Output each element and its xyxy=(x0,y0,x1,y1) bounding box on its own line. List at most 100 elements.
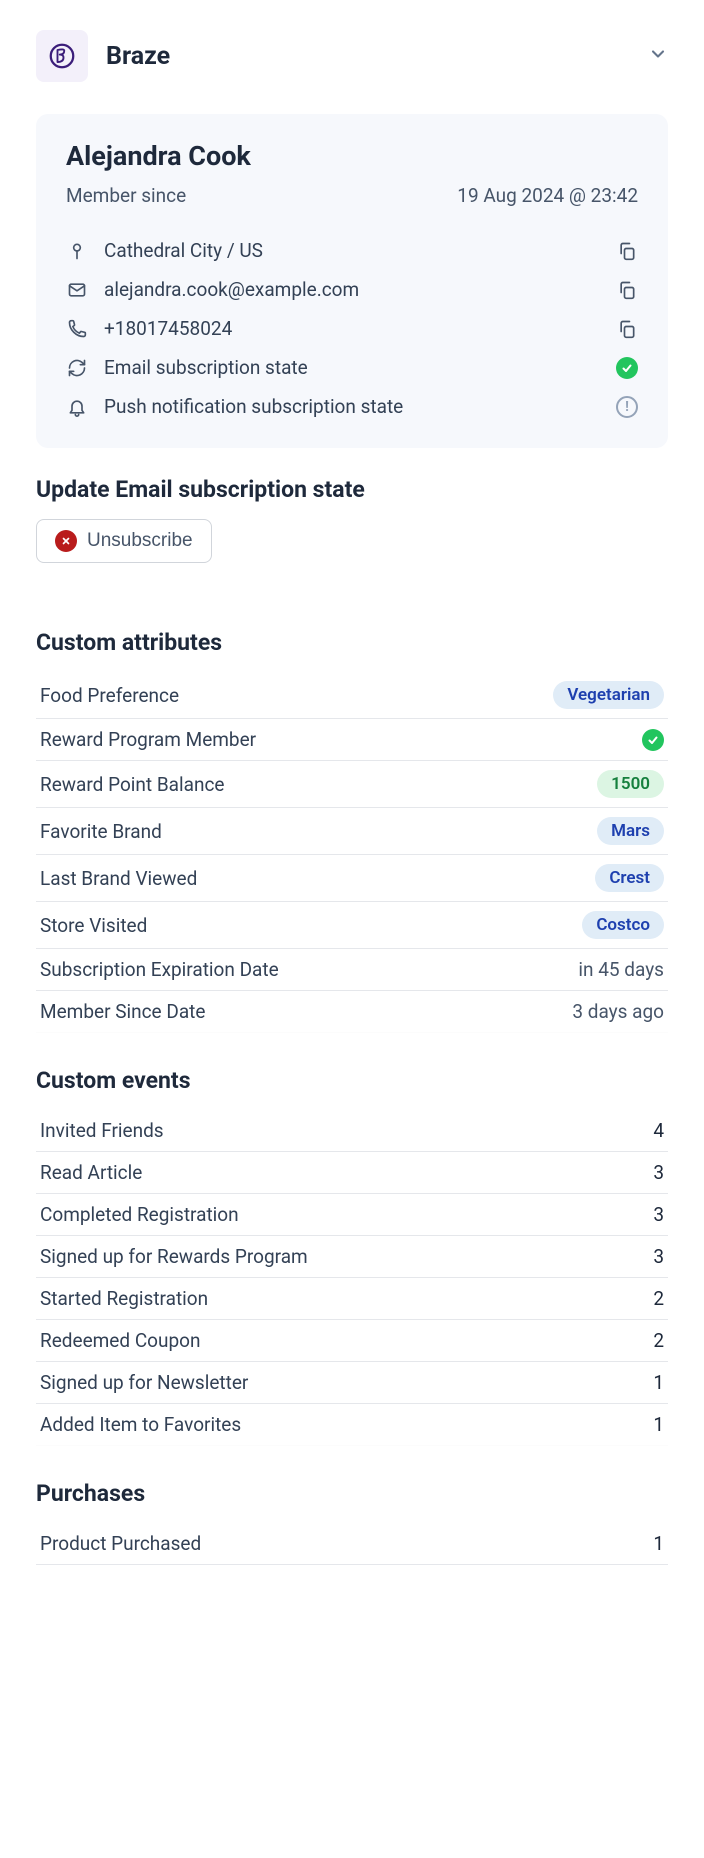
event-row: Added Item to Favorites 1 xyxy=(36,1404,668,1446)
update-email-section: Update Email subscription state Unsubscr… xyxy=(36,476,668,595)
custom-attributes-heading: Custom attributes xyxy=(36,629,668,656)
phone-row: +18017458024 xyxy=(66,309,638,348)
event-label: Started Registration xyxy=(40,1287,208,1310)
event-row: Started Registration 2 xyxy=(36,1278,668,1320)
custom-events-section: Custom events Invited Friends 4 Read Artic… xyxy=(36,1067,668,1446)
status-unknown-icon: ! xyxy=(616,396,638,418)
purchase-label: Product Purchased xyxy=(40,1532,201,1555)
attribute-label: Store Visited xyxy=(40,914,147,937)
attribute-row: Last Brand Viewed Crest xyxy=(36,855,668,902)
location-row: Cathedral City / US xyxy=(66,231,638,270)
check-icon xyxy=(642,729,664,751)
event-row: Signed up for Newsletter 1 xyxy=(36,1362,668,1404)
attribute-label: Member Since Date xyxy=(40,1000,205,1023)
close-circle-icon xyxy=(55,530,77,552)
attribute-label: Subscription Expiration Date xyxy=(40,958,279,981)
attribute-label: Favorite Brand xyxy=(40,820,162,843)
event-label: Added Item to Favorites xyxy=(40,1413,241,1436)
expand-button[interactable] xyxy=(648,44,668,68)
email-subscription-row: Email subscription state xyxy=(66,348,638,387)
app-logo xyxy=(36,30,88,82)
unsubscribe-label: Unsubscribe xyxy=(87,530,193,552)
attribute-row: Food Preference Vegetarian xyxy=(36,672,668,719)
location-value: Cathedral City / US xyxy=(104,239,600,262)
bell-icon xyxy=(66,396,88,418)
attribute-row: Reward Point Balance 1500 xyxy=(36,761,668,808)
event-label: Signed up for Newsletter xyxy=(40,1371,248,1394)
event-value: 3 xyxy=(653,1245,664,1268)
attribute-value-pill: Crest xyxy=(595,864,664,892)
event-label: Redeemed Coupon xyxy=(40,1329,201,1352)
attribute-label: Reward Program Member xyxy=(40,728,256,751)
phone-value: +18017458024 xyxy=(104,317,600,340)
profile-name: Alejandra Cook xyxy=(66,140,638,172)
check-icon xyxy=(621,362,633,374)
mail-icon xyxy=(66,279,88,301)
chevron-down-icon xyxy=(648,44,668,64)
copy-icon xyxy=(617,319,637,339)
custom-events-list: Invited Friends4Read Article3Completed R… xyxy=(36,1110,668,1446)
event-row: Redeemed Coupon 2 xyxy=(36,1320,668,1362)
event-value: 2 xyxy=(653,1287,664,1310)
pin-icon xyxy=(66,240,88,262)
event-value: 4 xyxy=(653,1119,664,1142)
purchases-section: Purchases Product Purchased 1 xyxy=(36,1480,668,1565)
braze-icon xyxy=(47,41,77,71)
app-header: Braze xyxy=(36,30,668,82)
event-label: Completed Registration xyxy=(40,1203,239,1226)
custom-attributes-list: Food Preference Vegetarian Reward Program … xyxy=(36,672,668,1033)
copy-email-button[interactable] xyxy=(616,279,638,301)
copy-icon xyxy=(617,280,637,300)
event-value: 1 xyxy=(653,1371,664,1394)
event-label: Signed up for Rewards Program xyxy=(40,1245,308,1268)
event-value: 3 xyxy=(653,1161,664,1184)
attribute-value-pill: Costco xyxy=(582,911,664,939)
event-row: Invited Friends 4 xyxy=(36,1110,668,1152)
attribute-value-pill: Mars xyxy=(597,817,664,845)
custom-attributes-section: Custom attributes Food Preference Vegetar… xyxy=(36,629,668,1033)
attribute-label: Reward Point Balance xyxy=(40,773,224,796)
attribute-label: Last Brand Viewed xyxy=(40,867,197,890)
attribute-value-pill: Vegetarian xyxy=(553,681,664,709)
purchases-heading: Purchases xyxy=(36,1480,668,1507)
profile-card: Alejandra Cook Member since 19 Aug 2024 … xyxy=(36,114,668,448)
attribute-value: 3 days ago xyxy=(572,1000,664,1023)
copy-icon xyxy=(617,241,637,261)
event-label: Invited Friends xyxy=(40,1119,164,1142)
sync-icon xyxy=(66,357,88,379)
email-value: alejandra.cook@example.com xyxy=(104,278,600,301)
member-since-value: 19 Aug 2024 @ 23:42 xyxy=(457,184,638,207)
attribute-row: Store Visited Costco xyxy=(36,902,668,949)
attribute-value-pill: 1500 xyxy=(597,770,664,798)
app-title: Braze xyxy=(106,42,630,71)
event-label: Read Article xyxy=(40,1161,142,1184)
purchase-row: Product Purchased 1 xyxy=(36,1523,668,1565)
event-row: Read Article 3 xyxy=(36,1152,668,1194)
event-value: 1 xyxy=(653,1413,664,1436)
purchase-value: 1 xyxy=(653,1532,664,1555)
attribute-row: Member Since Date 3 days ago xyxy=(36,991,668,1033)
event-value: 2 xyxy=(653,1329,664,1352)
push-subscription-row: Push notification subscription state ! xyxy=(66,387,638,426)
member-since-label: Member since xyxy=(66,184,186,207)
attribute-label: Food Preference xyxy=(40,684,179,707)
event-row: Completed Registration 3 xyxy=(36,1194,668,1236)
push-sub-label: Push notification subscription state xyxy=(104,395,600,418)
update-email-heading: Update Email subscription state xyxy=(36,476,668,503)
attribute-value: in 45 days xyxy=(578,958,664,981)
email-row: alejandra.cook@example.com xyxy=(66,270,638,309)
status-subscribed-icon xyxy=(616,357,638,379)
member-since-row: Member since 19 Aug 2024 @ 23:42 xyxy=(66,184,638,207)
phone-icon xyxy=(66,318,88,340)
copy-location-button[interactable] xyxy=(616,240,638,262)
attribute-row: Reward Program Member xyxy=(36,719,668,761)
copy-phone-button[interactable] xyxy=(616,318,638,340)
event-row: Signed up for Rewards Program 3 xyxy=(36,1236,668,1278)
unsubscribe-button[interactable]: Unsubscribe xyxy=(36,519,212,563)
attribute-row: Subscription Expiration Date in 45 days xyxy=(36,949,668,991)
custom-events-heading: Custom events xyxy=(36,1067,668,1094)
email-sub-label: Email subscription state xyxy=(104,356,600,379)
attribute-row: Favorite Brand Mars xyxy=(36,808,668,855)
purchases-list: Product Purchased 1 xyxy=(36,1523,668,1565)
event-value: 3 xyxy=(653,1203,664,1226)
